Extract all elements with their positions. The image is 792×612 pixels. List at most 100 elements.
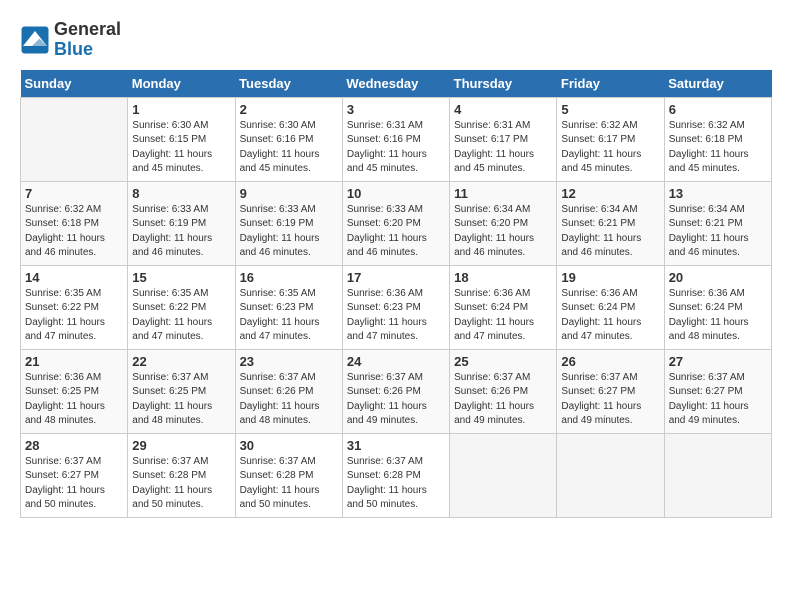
day-info: Sunrise: 6:37 AM Sunset: 6:28 PM Dayligh… <box>240 455 338 513</box>
calendar-cell: 9 Sunrise: 6:33 AM Sunset: 6:19 PM Daylig… <box>235 181 342 265</box>
day-number: 3 <box>347 102 445 117</box>
day-info: Sunrise: 6:33 AM Sunset: 6:19 PM Dayligh… <box>132 203 230 261</box>
logo-text: GeneralBlue <box>54 20 121 60</box>
day-number: 23 <box>240 354 338 369</box>
day-number: 10 <box>347 186 445 201</box>
day-number: 2 <box>240 102 338 117</box>
logo-icon <box>20 25 50 55</box>
calendar-cell: 5 Sunrise: 6:32 AM Sunset: 6:17 PM Daylig… <box>557 97 664 181</box>
day-number: 4 <box>454 102 552 117</box>
day-info: Sunrise: 6:34 AM Sunset: 6:21 PM Dayligh… <box>669 203 767 261</box>
day-info: Sunrise: 6:36 AM Sunset: 6:25 PM Dayligh… <box>25 371 123 429</box>
day-info: Sunrise: 6:34 AM Sunset: 6:20 PM Dayligh… <box>454 203 552 261</box>
day-info: Sunrise: 6:33 AM Sunset: 6:19 PM Dayligh… <box>240 203 338 261</box>
day-number: 12 <box>561 186 659 201</box>
calendar-cell: 18 Sunrise: 6:36 AM Sunset: 6:24 PM Dayli… <box>450 265 557 349</box>
day-number: 7 <box>25 186 123 201</box>
day-info: Sunrise: 6:35 AM Sunset: 6:23 PM Dayligh… <box>240 287 338 345</box>
day-of-week-header: Friday <box>557 70 664 98</box>
calendar-cell: 25 Sunrise: 6:37 AM Sunset: 6:26 PM Dayli… <box>450 349 557 433</box>
day-info: Sunrise: 6:31 AM Sunset: 6:17 PM Dayligh… <box>454 119 552 177</box>
calendar-cell: 29 Sunrise: 6:37 AM Sunset: 6:28 PM Dayli… <box>128 433 235 517</box>
day-info: Sunrise: 6:36 AM Sunset: 6:24 PM Dayligh… <box>454 287 552 345</box>
calendar-cell: 6 Sunrise: 6:32 AM Sunset: 6:18 PM Daylig… <box>664 97 771 181</box>
day-info: Sunrise: 6:30 AM Sunset: 6:16 PM Dayligh… <box>240 119 338 177</box>
calendar-cell: 19 Sunrise: 6:36 AM Sunset: 6:24 PM Dayli… <box>557 265 664 349</box>
day-info: Sunrise: 6:37 AM Sunset: 6:28 PM Dayligh… <box>132 455 230 513</box>
day-number: 9 <box>240 186 338 201</box>
day-number: 5 <box>561 102 659 117</box>
calendar-cell: 31 Sunrise: 6:37 AM Sunset: 6:28 PM Dayli… <box>342 433 449 517</box>
day-number: 17 <box>347 270 445 285</box>
calendar-cell <box>664 433 771 517</box>
day-info: Sunrise: 6:32 AM Sunset: 6:17 PM Dayligh… <box>561 119 659 177</box>
calendar-cell: 13 Sunrise: 6:34 AM Sunset: 6:21 PM Dayli… <box>664 181 771 265</box>
calendar-cell <box>557 433 664 517</box>
calendar-cell: 14 Sunrise: 6:35 AM Sunset: 6:22 PM Dayli… <box>21 265 128 349</box>
calendar-table: SundayMondayTuesdayWednesdayThursdayFrid… <box>20 70 772 518</box>
day-info: Sunrise: 6:37 AM Sunset: 6:26 PM Dayligh… <box>240 371 338 429</box>
day-number: 15 <box>132 270 230 285</box>
calendar-cell: 23 Sunrise: 6:37 AM Sunset: 6:26 PM Dayli… <box>235 349 342 433</box>
day-info: Sunrise: 6:31 AM Sunset: 6:16 PM Dayligh… <box>347 119 445 177</box>
day-of-week-header: Saturday <box>664 70 771 98</box>
day-number: 18 <box>454 270 552 285</box>
day-number: 25 <box>454 354 552 369</box>
calendar-cell <box>21 97 128 181</box>
calendar-cell: 16 Sunrise: 6:35 AM Sunset: 6:23 PM Dayli… <box>235 265 342 349</box>
calendar-cell: 2 Sunrise: 6:30 AM Sunset: 6:16 PM Daylig… <box>235 97 342 181</box>
day-number: 14 <box>25 270 123 285</box>
day-info: Sunrise: 6:34 AM Sunset: 6:21 PM Dayligh… <box>561 203 659 261</box>
day-of-week-header: Thursday <box>450 70 557 98</box>
day-number: 13 <box>669 186 767 201</box>
calendar-cell: 24Sunrise: 6:37 AM Sunset: 6:26 PM Dayli… <box>342 349 449 433</box>
day-info: Sunrise: 6:30 AM Sunset: 6:15 PM Dayligh… <box>132 119 230 177</box>
day-of-week-header: Monday <box>128 70 235 98</box>
calendar-cell: 3 Sunrise: 6:31 AM Sunset: 6:16 PM Daylig… <box>342 97 449 181</box>
day-of-week-header: Sunday <box>21 70 128 98</box>
day-info: Sunrise: 6:37 AM Sunset: 6:27 PM Dayligh… <box>25 455 123 513</box>
calendar-cell: 4 Sunrise: 6:31 AM Sunset: 6:17 PM Daylig… <box>450 97 557 181</box>
page-header: GeneralBlue <box>20 20 772 60</box>
calendar-cell: 30 Sunrise: 6:37 AM Sunset: 6:28 PM Dayli… <box>235 433 342 517</box>
day-number: 30 <box>240 438 338 453</box>
calendar-cell: 17Sunrise: 6:36 AM Sunset: 6:23 PM Dayli… <box>342 265 449 349</box>
day-info: Sunrise: 6:32 AM Sunset: 6:18 PM Dayligh… <box>669 119 767 177</box>
day-info: Sunrise: 6:36 AM Sunset: 6:24 PM Dayligh… <box>561 287 659 345</box>
day-info: Sunrise: 6:37 AM Sunset: 6:25 PM Dayligh… <box>132 371 230 429</box>
calendar-cell: 7 Sunrise: 6:32 AM Sunset: 6:18 PM Daylig… <box>21 181 128 265</box>
calendar-cell: 1 Sunrise: 6:30 AM Sunset: 6:15 PM Daylig… <box>128 97 235 181</box>
day-number: 26 <box>561 354 659 369</box>
calendar-cell: 28 Sunrise: 6:37 AM Sunset: 6:27 PM Dayli… <box>21 433 128 517</box>
logo: GeneralBlue <box>20 20 121 60</box>
calendar-cell: 20Sunrise: 6:36 AM Sunset: 6:24 PM Dayli… <box>664 265 771 349</box>
day-info: Sunrise: 6:37 AM Sunset: 6:26 PM Dayligh… <box>454 371 552 429</box>
day-number: 27 <box>669 354 767 369</box>
calendar-cell: 12 Sunrise: 6:34 AM Sunset: 6:21 PM Dayli… <box>557 181 664 265</box>
day-number: 22 <box>132 354 230 369</box>
day-number: 29 <box>132 438 230 453</box>
day-number: 6 <box>669 102 767 117</box>
day-number: 8 <box>132 186 230 201</box>
day-info: Sunrise: 6:35 AM Sunset: 6:22 PM Dayligh… <box>132 287 230 345</box>
day-number: 21 <box>25 354 123 369</box>
calendar-cell: 21 Sunrise: 6:36 AM Sunset: 6:25 PM Dayli… <box>21 349 128 433</box>
day-number: 16 <box>240 270 338 285</box>
day-number: 11 <box>454 186 552 201</box>
calendar-cell: 11 Sunrise: 6:34 AM Sunset: 6:20 PM Dayli… <box>450 181 557 265</box>
calendar-cell: 27 Sunrise: 6:37 AM Sunset: 6:27 PM Dayli… <box>664 349 771 433</box>
day-info: Sunrise: 6:33 AM Sunset: 6:20 PM Dayligh… <box>347 203 445 261</box>
day-info: Sunrise: 6:37 AM Sunset: 6:26 PM Dayligh… <box>347 371 445 429</box>
day-of-week-header: Tuesday <box>235 70 342 98</box>
day-info: Sunrise: 6:37 AM Sunset: 6:27 PM Dayligh… <box>669 371 767 429</box>
day-number: 31 <box>347 438 445 453</box>
calendar-cell: 15 Sunrise: 6:35 AM Sunset: 6:22 PM Dayli… <box>128 265 235 349</box>
day-info: Sunrise: 6:35 AM Sunset: 6:22 PM Dayligh… <box>25 287 123 345</box>
day-number: 1 <box>132 102 230 117</box>
calendar-cell: 10 Sunrise: 6:33 AM Sunset: 6:20 PM Dayli… <box>342 181 449 265</box>
day-number: 28 <box>25 438 123 453</box>
day-info: Sunrise: 6:37 AM Sunset: 6:28 PM Dayligh… <box>347 455 445 513</box>
calendar-cell: 22 Sunrise: 6:37 AM Sunset: 6:25 PM Dayli… <box>128 349 235 433</box>
day-info: Sunrise: 6:32 AM Sunset: 6:18 PM Dayligh… <box>25 203 123 261</box>
day-number: 19 <box>561 270 659 285</box>
